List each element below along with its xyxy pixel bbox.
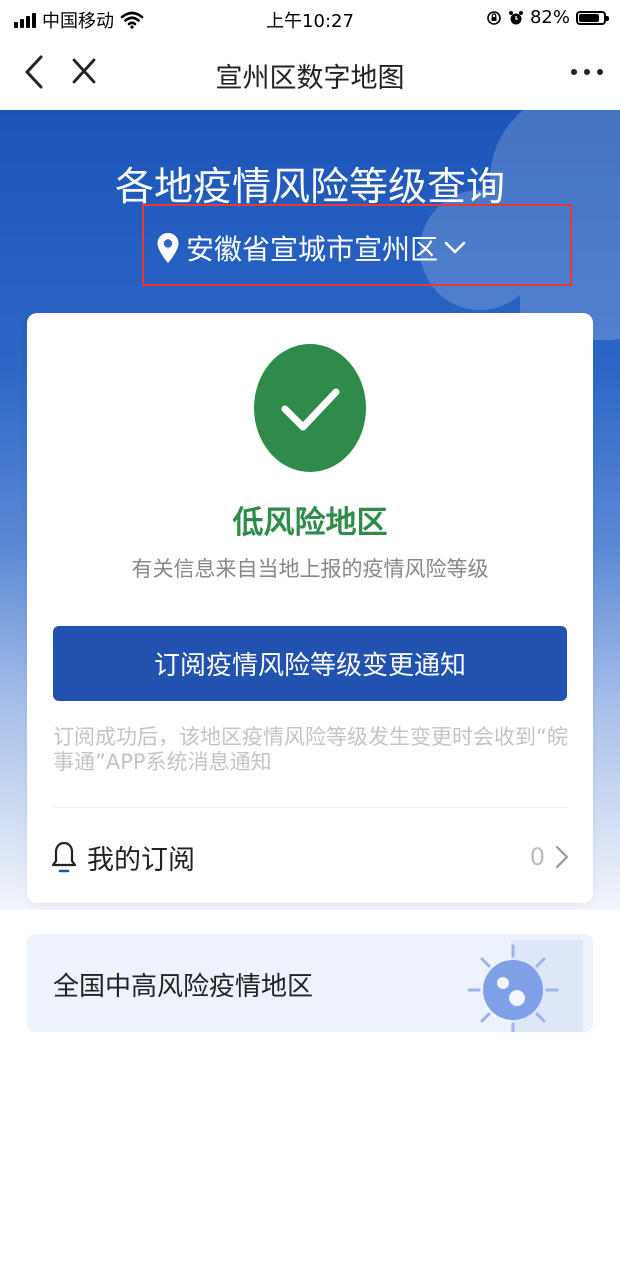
check-circle-icon (254, 344, 366, 472)
risk-level-label: 低风险地区 (232, 505, 388, 541)
national-risk-areas-card[interactable]: 全国中高风险疫情地区 (27, 934, 593, 1032)
national-risk-label: 全国中高风险疫情地区 (53, 972, 314, 1002)
bell-icon (51, 841, 77, 873)
subscribe-button[interactable]: 订阅疫情风险等级变更通知 (53, 626, 567, 701)
divider (53, 807, 567, 808)
subscribe-note: 订阅成功后，该地区疫情风险等级发生变更时会收到“皖事通”APP系统消息通知 (53, 725, 568, 774)
my-subscription-row[interactable]: 我的订阅 0 (51, 837, 569, 877)
my-subscription-label: 我的订阅 (87, 844, 195, 876)
source-note: 有关信息来自当地上报的疫情风险等级 (131, 557, 489, 581)
subscription-count: 0 (529, 843, 545, 871)
virus-icon (467, 940, 583, 1032)
chevron-right-icon (555, 845, 569, 869)
risk-card: 低风险地区 有关信息来自当地上报的疫情风险等级 订阅疫情风险等级变更通知 订阅成… (27, 313, 593, 903)
